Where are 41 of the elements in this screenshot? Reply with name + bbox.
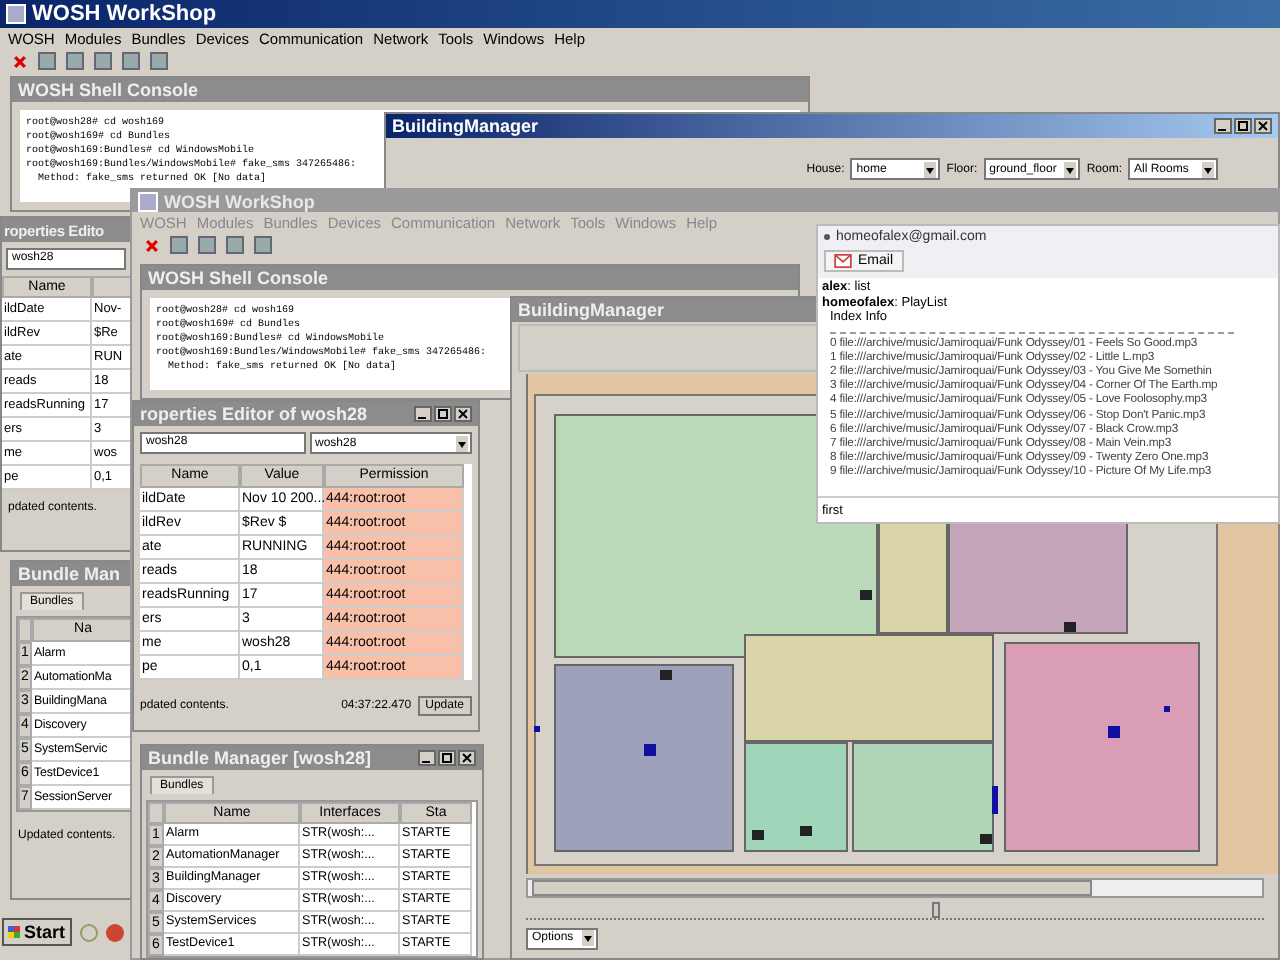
window-title: Bundle Manager [wosh28]: [148, 748, 372, 768]
minimize-icon[interactable]: [1214, 118, 1232, 134]
app-icon: [138, 191, 158, 211]
status-icon: [824, 234, 830, 240]
minimize-icon[interactable]: [418, 750, 436, 766]
window-title: WOSH Shell Console: [148, 268, 329, 288]
scrollbar-thumb[interactable]: [532, 880, 1092, 896]
window-title: WOSH WorkShop: [32, 2, 217, 26]
window-title: BuildingManager: [518, 300, 665, 320]
caret-icon[interactable]: [456, 435, 468, 451]
circle-icon[interactable]: [79, 923, 98, 941]
stop-icon[interactable]: [144, 237, 160, 253]
window-title: roperties Editor of wosh28: [140, 404, 368, 424]
window-title: WOSH Shell Console: [18, 80, 199, 100]
window-title: Bundle Man: [18, 564, 120, 584]
caret-icon[interactable]: [581, 930, 594, 946]
window-title: BuildingManager: [392, 116, 539, 136]
header-corner: [148, 802, 164, 824]
stop-icon[interactable]: [12, 53, 28, 69]
app-icon: [6, 4, 26, 24]
maximize-icon[interactable]: [438, 750, 456, 766]
sensor-marker[interactable]: [1108, 726, 1120, 738]
caret-icon[interactable]: [1202, 161, 1214, 177]
maximize-icon[interactable]: [1234, 118, 1252, 134]
maximize-icon[interactable]: [434, 406, 452, 422]
sensor-marker[interactable]: [992, 786, 998, 814]
sensor-marker[interactable]: [644, 744, 656, 756]
minimize-icon[interactable]: [414, 406, 432, 422]
slider-thumb[interactable]: [931, 902, 940, 918]
close-icon[interactable]: [458, 750, 476, 766]
sensor-marker[interactable]: [1164, 706, 1170, 712]
close-icon[interactable]: [454, 406, 472, 422]
start-button[interactable]: Start: [2, 918, 72, 946]
caret-icon[interactable]: [924, 161, 937, 177]
column-header[interactable]: [92, 276, 130, 298]
sensor-marker[interactable]: [534, 726, 540, 732]
envelope-icon: [834, 254, 852, 268]
window-title: WOSH WorkShop: [164, 191, 315, 211]
close-icon[interactable]: [1254, 118, 1272, 134]
header-corner: [18, 618, 32, 642]
caret-icon[interactable]: [1064, 161, 1077, 177]
